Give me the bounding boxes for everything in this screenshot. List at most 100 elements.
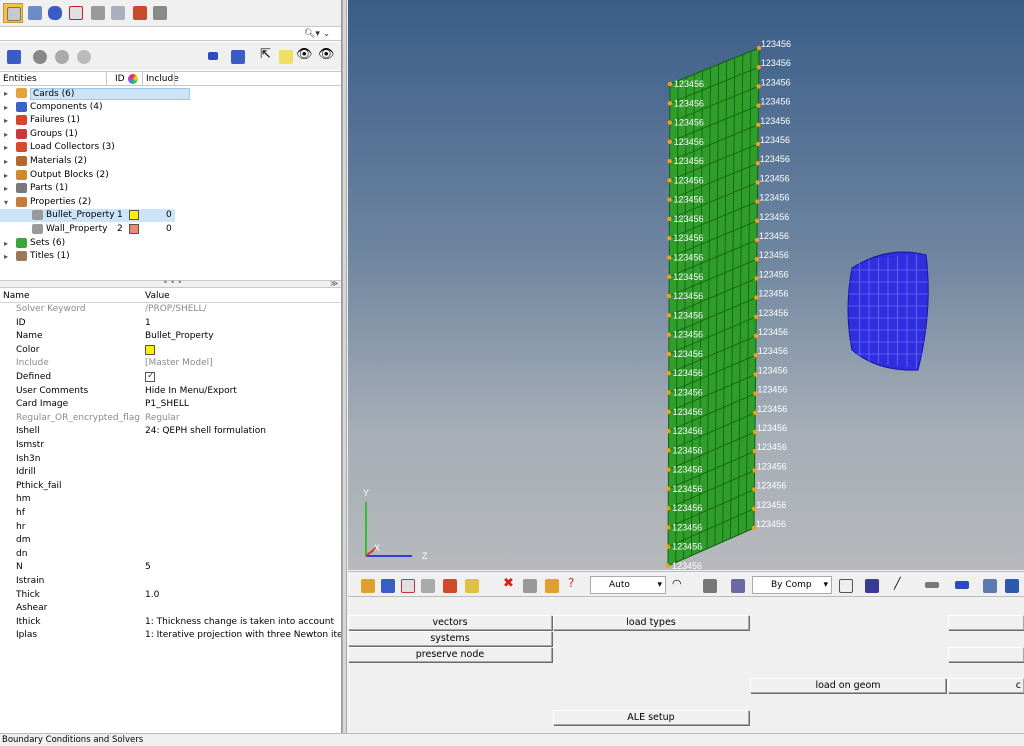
shaded-elements-icon[interactable]: [862, 576, 880, 594]
surface-icon[interactable]: [922, 576, 940, 594]
show-hide-icon[interactable]: 👁︎: [318, 47, 338, 65]
property-row[interactable]: Ishell 24: QEPH shell formulation: [0, 425, 341, 439]
property-value[interactable]: [145, 371, 155, 385]
color-swatch[interactable]: [145, 344, 155, 355]
element-view-icon[interactable]: [378, 576, 396, 594]
material-tab-button[interactable]: [108, 3, 128, 23]
line-icon[interactable]: ╱: [892, 576, 910, 594]
find-icon[interactable]: [542, 576, 560, 594]
property-row[interactable]: hr: [0, 521, 341, 535]
color-swatch[interactable]: [129, 210, 139, 221]
property-row[interactable]: Pthick_fail: [0, 480, 341, 494]
property-value[interactable]: 24: QEPH shell formulation: [145, 426, 266, 436]
property-row[interactable]: Include [Master Model]: [0, 357, 341, 371]
shade-icon[interactable]: ◠: [670, 576, 688, 594]
tree-item[interactable]: ▸ Titles (1): [0, 250, 341, 263]
tree-item[interactable]: Bullet_Property 1 0: [0, 209, 175, 223]
property-view-icon[interactable]: [418, 576, 436, 594]
systems-button[interactable]: systems: [348, 631, 552, 646]
col-entities[interactable]: Entities: [3, 74, 37, 84]
expand-icon[interactable]: ▾: [4, 198, 8, 207]
property-value[interactable]: 5: [145, 562, 151, 572]
visualization-mode-dropdown[interactable]: Auto ▾: [590, 576, 666, 594]
property-row[interactable]: Solver Keyword/PROP/SHELL/: [0, 303, 341, 317]
expand-icon[interactable]: ▸: [4, 184, 8, 193]
property-row[interactable]: User Comments Hide In Menu/Export: [0, 385, 341, 399]
cursor-icon[interactable]: ⇱: [256, 47, 276, 65]
solid-icon[interactable]: [952, 576, 970, 594]
model-tab-button[interactable]: [25, 3, 45, 23]
component-view-icon[interactable]: [358, 576, 376, 594]
unlabeled-button-1[interactable]: [948, 615, 1024, 630]
property-row[interactable]: N5: [0, 561, 341, 575]
color-swatch[interactable]: [129, 224, 139, 234]
box-icon[interactable]: [728, 576, 746, 594]
property-row[interactable]: Defined: [0, 371, 341, 385]
unlabeled-button-2[interactable]: [948, 647, 1024, 662]
graphics-viewport[interactable]: 123456 123456 123456 123456 123456 123456 1234…: [348, 0, 1024, 570]
truncated-c-button[interactable]: c: [948, 678, 1024, 693]
mask-icon[interactable]: [520, 576, 538, 594]
load-on-geom-button[interactable]: load on geom: [750, 678, 946, 693]
property-row[interactable]: Idrill: [0, 466, 341, 480]
property-row[interactable]: dm: [0, 534, 341, 548]
display-mode-icon[interactable]: [4, 47, 24, 65]
property-value[interactable]: 1: [145, 318, 151, 328]
property-value[interactable]: 1.0: [145, 590, 159, 600]
panel-divider[interactable]: [342, 0, 347, 733]
property-value[interactable]: [Master Model]: [145, 358, 213, 368]
hide-icon[interactable]: [52, 47, 72, 65]
delete-icon[interactable]: ✖: [500, 576, 518, 594]
property-row[interactable]: Thick 1.0: [0, 589, 341, 603]
tree-item[interactable]: ▸ Components (4): [0, 101, 341, 114]
component-tab-button[interactable]: [45, 3, 65, 23]
color-wheel-icon[interactable]: [128, 74, 138, 84]
utility-tab-button[interactable]: [3, 3, 23, 23]
expand-icon[interactable]: ▸: [4, 239, 8, 248]
property-tab-button[interactable]: [88, 3, 108, 23]
card-view-icon[interactable]: [398, 576, 416, 594]
property-row[interactable]: hm: [0, 493, 341, 507]
property-value[interactable]: Bullet_Property: [145, 331, 214, 341]
isolate-icon[interactable]: [74, 47, 94, 65]
col-name[interactable]: Name: [3, 291, 30, 301]
property-row[interactable]: ID 1: [0, 317, 341, 331]
load-collector-tab-button[interactable]: [130, 3, 150, 23]
wireframe-icon[interactable]: [836, 576, 854, 594]
ale-setup-button[interactable]: ALE setup: [553, 710, 749, 725]
color-mode-dropdown[interactable]: By Comp ▾: [752, 576, 832, 594]
property-row[interactable]: dn: [0, 548, 341, 562]
property-row[interactable]: Color: [0, 344, 341, 358]
property-value[interactable]: /PROP/SHELL/: [145, 304, 206, 314]
property-row[interactable]: Ish3n: [0, 453, 341, 467]
expand-icon[interactable]: ▸: [4, 171, 8, 180]
geometry-icon[interactable]: [205, 47, 225, 65]
property-row[interactable]: Regular_OR_encrypted_flag Regular: [0, 412, 341, 426]
col-id[interactable]: ID: [115, 74, 125, 84]
tree-item[interactable]: Wall_Property 2 0: [0, 223, 341, 236]
collapse-icon[interactable]: ≫: [330, 279, 338, 288]
load-types-button[interactable]: load types: [553, 615, 749, 630]
property-value[interactable]: [145, 344, 155, 358]
lighting-icon[interactable]: [700, 576, 718, 594]
tree-item[interactable]: ▾ Properties (2): [0, 196, 341, 209]
expand-icon[interactable]: ▸: [4, 116, 8, 125]
property-row[interactable]: Istrain: [0, 575, 341, 589]
tree-item[interactable]: ▸ Groups (1): [0, 128, 341, 141]
tree-item[interactable]: ▸ Load Collectors (3): [0, 141, 341, 154]
tree-item[interactable]: ▸ Cards (6): [0, 87, 341, 100]
expand-icon[interactable]: ▸: [4, 103, 8, 112]
tree-item[interactable]: ▸ Output Blocks (2): [0, 169, 341, 182]
property-value[interactable]: 1: Thickness change is taken into accoun…: [145, 617, 334, 627]
load-view-icon[interactable]: [440, 576, 458, 594]
property-value[interactable]: Hide In Menu/Export: [145, 386, 237, 396]
layers-icon[interactable]: [980, 576, 998, 594]
property-row[interactable]: Iplas 1: Iterative projection with three …: [0, 629, 341, 643]
panel-splitter[interactable]: • • • ≫: [0, 278, 341, 288]
property-value[interactable]: 1: Iterative projection with three Newto…: [145, 630, 341, 640]
help-icon[interactable]: ?: [564, 576, 582, 594]
browser-filter-input[interactable]: 🔍︎▾ ⌄: [0, 28, 341, 41]
tree-item[interactable]: ▸ Materials (2): [0, 155, 341, 168]
highlight-icon[interactable]: [276, 47, 296, 65]
tree-item[interactable]: ▸ Parts (1): [0, 182, 341, 195]
